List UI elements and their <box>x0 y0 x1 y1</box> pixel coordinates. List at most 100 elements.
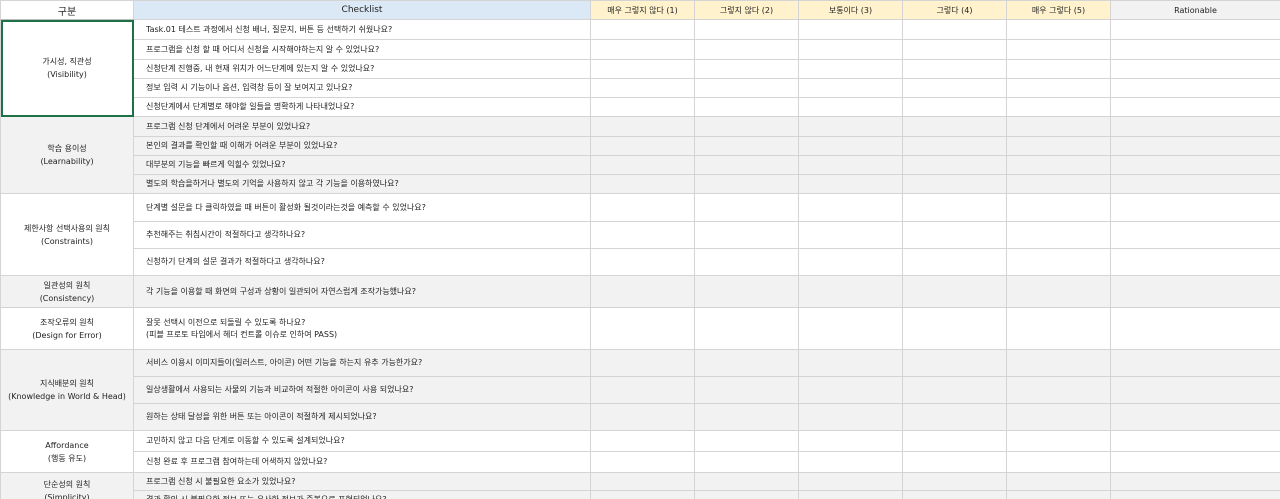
header-score-3[interactable]: 보통이다 (3) <box>798 0 903 20</box>
checklist-item[interactable]: 추천해주는 취침시간이 적절하다고 생각하나요? <box>133 221 591 249</box>
checklist-item[interactable]: 결과 확인 시 불필요한 정보 또는 유사한 정보가 중복으로 표현되었나요? <box>133 490 591 499</box>
score-cell-4[interactable] <box>902 97 1007 117</box>
score-cell-3[interactable] <box>798 307 903 350</box>
score-cell-1[interactable] <box>590 490 695 499</box>
category-cell[interactable]: 일관성의 원칙 (Consistency) <box>0 275 134 308</box>
score-cell-1[interactable] <box>590 376 695 404</box>
score-cell-1[interactable] <box>590 275 695 308</box>
rationale-cell[interactable] <box>1110 39 1280 60</box>
rationale-cell[interactable] <box>1110 430 1280 452</box>
score-cell-2[interactable] <box>694 155 799 175</box>
header-rationale[interactable]: Rationable <box>1110 0 1280 20</box>
score-cell-5[interactable] <box>1006 221 1111 249</box>
checklist-item[interactable]: 서비스 이용시 이미지들이(일러스트, 아이콘) 어떤 기능을 하는지 유추 가… <box>133 349 591 377</box>
score-cell-2[interactable] <box>694 39 799 60</box>
score-cell-2[interactable] <box>694 376 799 404</box>
rationale-cell[interactable] <box>1110 59 1280 79</box>
score-cell-1[interactable] <box>590 19 695 40</box>
score-cell-2[interactable] <box>694 430 799 452</box>
score-cell-3[interactable] <box>798 248 903 276</box>
score-cell-3[interactable] <box>798 116 903 137</box>
score-cell-4[interactable] <box>902 490 1007 499</box>
score-cell-1[interactable] <box>590 155 695 175</box>
header-category[interactable]: 구분 <box>0 0 134 20</box>
checklist-item[interactable]: 잘못 선택시 이전으로 되돌릴 수 있도록 하나요? (피블 프로토 타입에서 헤… <box>133 307 591 350</box>
score-cell-2[interactable] <box>694 59 799 79</box>
checklist-item[interactable]: 일상생활에서 사용되는 사물의 기능과 비교하여 적절한 아이콘이 사용 되었나… <box>133 376 591 404</box>
category-cell[interactable]: Affordance (행동 유도) <box>0 430 134 473</box>
score-cell-1[interactable] <box>590 307 695 350</box>
score-cell-2[interactable] <box>694 451 799 473</box>
score-cell-2[interactable] <box>694 275 799 308</box>
rationale-cell[interactable] <box>1110 307 1280 350</box>
score-cell-2[interactable] <box>694 116 799 137</box>
checklist-item[interactable]: 신청단계 진행중, 내 현재 위치가 어느단계에 있는지 알 수 있었나요? <box>133 59 591 79</box>
checklist-item[interactable]: 대부분의 기능을 빠르게 익힐수 있었나요? <box>133 155 591 175</box>
score-cell-3[interactable] <box>798 174 903 194</box>
score-cell-4[interactable] <box>902 78 1007 98</box>
checklist-item[interactable]: 신청 완료 후 프로그램 참여하는데 어색하지 않았나요? <box>133 451 591 473</box>
score-cell-4[interactable] <box>902 430 1007 452</box>
score-cell-3[interactable] <box>798 221 903 249</box>
rationale-cell[interactable] <box>1110 116 1280 137</box>
checklist-item[interactable]: 원하는 상태 달성을 위한 버튼 또는 아이콘이 적절하게 제시되었나요? <box>133 403 591 431</box>
score-cell-4[interactable] <box>902 116 1007 137</box>
rationale-cell[interactable] <box>1110 472 1280 491</box>
score-cell-4[interactable] <box>902 403 1007 431</box>
category-cell[interactable]: 단순성의 원칙 (Simplicity) <box>0 472 134 499</box>
header-score-1[interactable]: 매우 그렇지 않다 (1) <box>590 0 695 20</box>
score-cell-2[interactable] <box>694 97 799 117</box>
score-cell-2[interactable] <box>694 78 799 98</box>
score-cell-3[interactable] <box>798 376 903 404</box>
checklist-item[interactable]: Task.01 테스트 과정에서 신청 배너, 질문지, 버튼 등 선택하기 쉬… <box>133 19 591 40</box>
checklist-item[interactable]: 정보 입력 시 기능이나 옵션, 입력창 등이 잘 보여지고 있나요? <box>133 78 591 98</box>
score-cell-1[interactable] <box>590 39 695 60</box>
score-cell-3[interactable] <box>798 275 903 308</box>
category-cell[interactable]: 지식배분의 원칙 (Knowledge in World & Head) <box>0 349 134 431</box>
score-cell-5[interactable] <box>1006 376 1111 404</box>
score-cell-5[interactable] <box>1006 472 1111 491</box>
score-cell-4[interactable] <box>902 19 1007 40</box>
score-cell-4[interactable] <box>902 248 1007 276</box>
score-cell-2[interactable] <box>694 221 799 249</box>
score-cell-1[interactable] <box>590 97 695 117</box>
score-cell-3[interactable] <box>798 451 903 473</box>
score-cell-3[interactable] <box>798 78 903 98</box>
score-cell-3[interactable] <box>798 97 903 117</box>
score-cell-3[interactable] <box>798 490 903 499</box>
rationale-cell[interactable] <box>1110 136 1280 156</box>
checklist-item[interactable]: 각 기능을 이용할 때 화면의 구성과 상황이 일관되어 자연스럽게 조작가능했… <box>133 275 591 308</box>
score-cell-1[interactable] <box>590 472 695 491</box>
score-cell-1[interactable] <box>590 193 695 222</box>
rationale-cell[interactable] <box>1110 490 1280 499</box>
score-cell-3[interactable] <box>798 19 903 40</box>
header-checklist[interactable]: Checklist <box>133 0 591 20</box>
score-cell-2[interactable] <box>694 349 799 377</box>
score-cell-5[interactable] <box>1006 78 1111 98</box>
score-cell-3[interactable] <box>798 155 903 175</box>
score-cell-2[interactable] <box>694 193 799 222</box>
rationale-cell[interactable] <box>1110 19 1280 40</box>
score-cell-1[interactable] <box>590 430 695 452</box>
score-cell-4[interactable] <box>902 39 1007 60</box>
rationale-cell[interactable] <box>1110 376 1280 404</box>
header-score-4[interactable]: 그렇다 (4) <box>902 0 1007 20</box>
score-cell-2[interactable] <box>694 472 799 491</box>
score-cell-5[interactable] <box>1006 451 1111 473</box>
category-cell[interactable]: 학습 용이성 (Learnability) <box>0 116 134 194</box>
checklist-item[interactable]: 고민하지 않고 다음 단계로 이동할 수 있도록 설계되었나요? <box>133 430 591 452</box>
checklist-item[interactable]: 프로그램 신청 시 불필요한 요소가 있었나요? <box>133 472 591 491</box>
score-cell-1[interactable] <box>590 174 695 194</box>
rationale-cell[interactable] <box>1110 349 1280 377</box>
score-cell-5[interactable] <box>1006 349 1111 377</box>
score-cell-5[interactable] <box>1006 59 1111 79</box>
score-cell-3[interactable] <box>798 39 903 60</box>
score-cell-4[interactable] <box>902 155 1007 175</box>
rationale-cell[interactable] <box>1110 193 1280 222</box>
score-cell-4[interactable] <box>902 451 1007 473</box>
score-cell-4[interactable] <box>902 193 1007 222</box>
score-cell-5[interactable] <box>1006 430 1111 452</box>
category-cell[interactable]: 조작오류의 원칙 (Design for Error) <box>0 307 134 350</box>
rationale-cell[interactable] <box>1110 221 1280 249</box>
score-cell-4[interactable] <box>902 307 1007 350</box>
